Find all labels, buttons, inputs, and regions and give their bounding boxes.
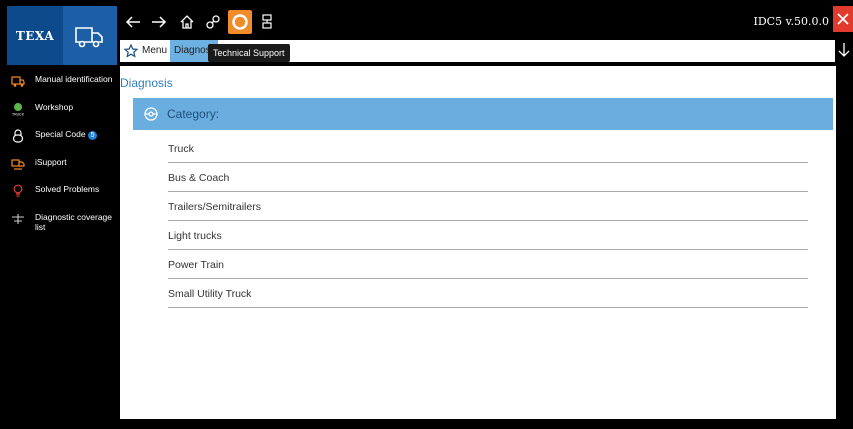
- count-badge: 5: [87, 131, 98, 140]
- sidebar-item-solved-problems[interactable]: Solved Problems: [7, 184, 117, 198]
- list-item-label: Light trucks: [168, 230, 222, 242]
- list-item[interactable]: Light trucks: [168, 221, 808, 250]
- version-label: IDC5 v.50.0.0: [753, 15, 829, 28]
- sidebar-item-label: Special Code: [35, 129, 86, 139]
- breadcrumb-bar: Menu Diagnosis Technical Support: [117, 38, 853, 64]
- logo-area: TEXA: [7, 6, 117, 65]
- sidebar-item-workshop[interactable]: TRUCK Workshop: [7, 102, 117, 116]
- list-item-label: Trailers/Semitrailers: [168, 201, 261, 213]
- sidebar-item-special-code[interactable]: Special Code 5: [7, 129, 117, 143]
- list-item-label: Small Utility Truck: [168, 288, 252, 300]
- list-item-label: Truck: [168, 143, 194, 155]
- truck-icon[interactable]: [73, 20, 105, 52]
- lightbulb-icon: [13, 184, 23, 197]
- steering-wheel-icon: [144, 107, 158, 121]
- page-title: Diagnosis: [120, 76, 173, 90]
- app-window: TEXA IDC5 v.50.0.0 Menu Diagnosis Techni…: [0, 0, 853, 429]
- list-item[interactable]: Bus & Coach: [168, 163, 808, 192]
- home-button[interactable]: [175, 10, 199, 34]
- isupport-icon: [11, 159, 25, 170]
- list-item-label: Power Train: [168, 259, 225, 271]
- breadcrumb: Menu Diagnosis Technical Support: [120, 40, 835, 62]
- arrow-right-icon: [152, 16, 167, 28]
- car-icon: [11, 76, 25, 87]
- lifebuoy-icon: [232, 14, 248, 30]
- technical-support-button[interactable]: [228, 10, 252, 34]
- device-icon: [262, 14, 272, 29]
- sidebar-item-label: Manual identification: [35, 74, 113, 84]
- sidebar-item-manual-identification[interactable]: Manual identification: [7, 74, 117, 88]
- star-icon[interactable]: [123, 43, 139, 59]
- sidebar-item-label: Diagnostic coverage list: [35, 212, 113, 232]
- close-icon: [837, 13, 849, 25]
- top-toolbar: IDC5 v.50.0.0: [117, 6, 853, 38]
- sidebar-item-isupport[interactable]: iSupport: [7, 157, 117, 171]
- close-button[interactable]: [833, 6, 853, 32]
- sidebar-item-label: Workshop: [35, 102, 74, 112]
- link-icon: [206, 15, 220, 29]
- device-button[interactable]: [255, 10, 279, 34]
- list-item[interactable]: Small Utility Truck: [168, 279, 808, 308]
- list-item[interactable]: Truck: [168, 134, 808, 163]
- back-button[interactable]: [121, 10, 145, 34]
- coverage-icon: [12, 214, 24, 224]
- home-icon: [180, 15, 194, 29]
- connect-button[interactable]: [201, 10, 225, 34]
- texa-logo: TEXA: [7, 6, 63, 65]
- sidebar-item-diagnostic-coverage-list[interactable]: Diagnostic coverage list: [7, 212, 117, 232]
- arrow-left-icon: [125, 16, 140, 28]
- breadcrumb-item-menu[interactable]: Menu: [142, 40, 167, 62]
- list-item[interactable]: Trailers/Semitrailers: [168, 192, 808, 221]
- forward-button[interactable]: [147, 10, 171, 34]
- list-item[interactable]: Power Train: [168, 250, 808, 279]
- main-panel: Diagnosis Category: Truck Bus & Coach Tr…: [120, 66, 836, 419]
- category-header: Category:: [133, 98, 833, 130]
- truck-workshop-icon: TRUCK: [12, 103, 25, 117]
- lock-icon: [12, 129, 24, 143]
- sidebar: Manual identification TRUCK Workshop Spe…: [7, 66, 117, 429]
- right-strip: [836, 66, 853, 419]
- sidebar-item-label: Solved Problems: [35, 184, 100, 194]
- sidebar-item-label: iSupport: [35, 157, 67, 167]
- category-list: Truck Bus & Coach Trailers/Semitrailers …: [168, 134, 808, 308]
- arrow-down-icon[interactable]: [836, 41, 852, 59]
- tooltip: Technical Support: [208, 44, 290, 62]
- list-item-label: Bus & Coach: [168, 172, 230, 184]
- svg-text:TRUCK: TRUCK: [12, 113, 25, 117]
- category-label: Category:: [167, 107, 220, 121]
